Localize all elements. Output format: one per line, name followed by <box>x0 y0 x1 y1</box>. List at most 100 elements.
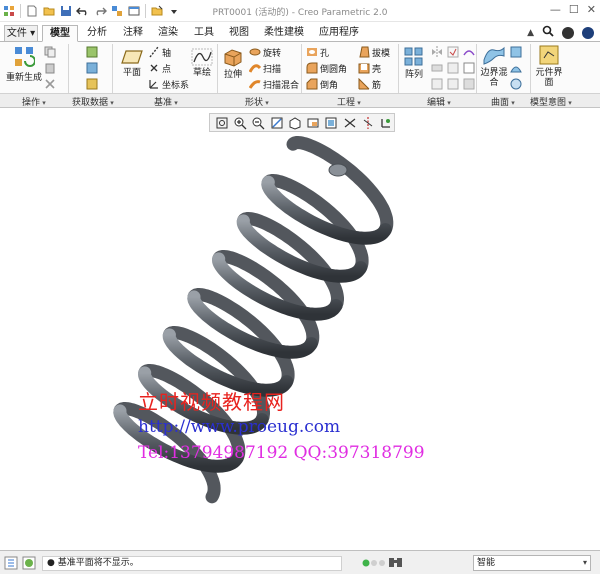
extend-icon[interactable] <box>431 62 443 74</box>
hole-button[interactable]: 孔 <box>306 45 329 59</box>
plane-display-icon[interactable] <box>342 115 357 130</box>
plane-icon <box>121 50 143 64</box>
axis-button[interactable]: 轴 <box>148 45 171 59</box>
csys-display-icon[interactable] <box>379 115 394 130</box>
watermark-contact: Tel:13794987192 QQ:397318799 <box>138 443 425 463</box>
project-icon[interactable] <box>447 46 459 58</box>
axis-icon <box>149 46 159 58</box>
shell-button[interactable]: 壳 <box>358 61 381 75</box>
mirror-icon[interactable] <box>431 46 443 58</box>
shrinkwrap-icon[interactable] <box>86 62 98 74</box>
view-manager-icon[interactable] <box>324 115 339 130</box>
display-style-icon[interactable] <box>287 115 302 130</box>
tab-file[interactable]: 文件 ▾ <box>4 25 38 42</box>
model-tree-toggle-icon[interactable] <box>4 556 18 573</box>
revolve-button[interactable]: 旋转 <box>249 45 281 59</box>
ribbon-panel: 重新生成 平面 轴 点 坐标系 草绘 拉伸 旋转 扫描 扫描混合 孔 倒圆角 倒… <box>0 41 600 93</box>
point-button[interactable]: 点 <box>148 61 171 75</box>
tab-annotate[interactable]: 注释 <box>118 25 148 42</box>
tab-analysis[interactable]: 分析 <box>82 25 112 42</box>
tab-model[interactable]: 模型 <box>42 25 78 42</box>
copy-geometry-icon[interactable] <box>86 46 98 58</box>
round-label: 倒圆角 <box>320 64 348 75</box>
swept-blend-button[interactable]: 扫描混合 <box>249 77 299 91</box>
regenerate-label: 重新生成 <box>6 73 43 83</box>
minimize-ribbon-icon[interactable]: ▲ <box>527 28 534 38</box>
sketch-button[interactable]: 草绘 <box>190 48 214 78</box>
boundary-blend-button[interactable]: 边界混合 <box>479 44 509 88</box>
solidify-icon[interactable] <box>463 78 475 90</box>
draft-button[interactable]: 拔模 <box>358 45 390 59</box>
selection-filter-dropdown[interactable]: 智能 <box>473 555 591 571</box>
status-bar: ● 基准平面将不显示。 智能 <box>0 550 600 574</box>
refit-icon[interactable] <box>214 115 229 130</box>
group-engineering[interactable]: 工程 <box>337 95 361 108</box>
find-icon[interactable] <box>388 556 404 573</box>
spring-model[interactable] <box>0 108 600 550</box>
group-surfaces[interactable]: 曲面 <box>491 95 515 108</box>
tab-tools[interactable]: 工具 <box>189 25 219 42</box>
chamfer-button[interactable]: 倒角 <box>306 77 338 91</box>
community-icon[interactable] <box>562 26 574 39</box>
pattern-label: 阵列 <box>404 70 423 80</box>
axis-display-icon[interactable] <box>360 115 375 130</box>
chamfer-icon <box>306 78 318 90</box>
status-message: ● 基准平面将不显示。 <box>42 556 342 571</box>
help-icon[interactable] <box>582 26 594 39</box>
csys-icon <box>149 80 158 89</box>
group-operations[interactable]: 操作 <box>22 95 46 108</box>
zoom-in-icon[interactable] <box>232 115 247 130</box>
zoom-out-icon[interactable] <box>251 115 266 130</box>
pattern-button[interactable]: 阵列 <box>402 46 426 80</box>
repaint-icon[interactable] <box>269 115 284 130</box>
component-interface-button[interactable]: 元件界面 <box>535 44 563 88</box>
user-defined-feature-icon[interactable] <box>86 78 98 90</box>
style-icon[interactable] <box>510 62 522 74</box>
sweep-icon <box>249 64 261 73</box>
tab-render[interactable]: 渲染 <box>153 25 183 42</box>
revolve-icon <box>249 48 261 56</box>
browser-toggle-icon[interactable] <box>22 556 36 573</box>
merge-icon[interactable] <box>431 78 443 90</box>
plane-button[interactable]: 平面 <box>118 48 146 78</box>
tab-view[interactable]: 视图 <box>224 25 254 42</box>
graphics-toolbar <box>209 113 395 132</box>
trim-icon[interactable] <box>447 62 459 74</box>
title-bar: PRT0001 (活动的) - Creo Parametric 2.0 — ☐ … <box>0 0 600 22</box>
group-get-data[interactable]: 获取数据 <box>72 95 114 108</box>
graphics-window[interactable]: 立时视频教程网 http://www.proeug.com Tel:137949… <box>0 108 600 550</box>
ribbon-group-labels: 操作 获取数据 基准 形状 工程 编辑 曲面 模型意图 <box>0 93 600 108</box>
group-datum[interactable]: 基准 <box>154 95 178 108</box>
copy-icon[interactable] <box>44 46 56 58</box>
group-shapes[interactable]: 形状 <box>245 95 269 108</box>
saved-views-icon[interactable] <box>305 115 320 130</box>
fill-icon[interactable] <box>510 46 522 58</box>
delete-icon[interactable] <box>44 78 56 90</box>
plane-label: 平面 <box>122 68 141 78</box>
extrude-button[interactable]: 拉伸 <box>221 46 245 80</box>
search-icon[interactable] <box>542 25 554 40</box>
freestyle-icon[interactable] <box>510 78 522 90</box>
minimize-icon[interactable]: — <box>550 3 561 17</box>
csys-button[interactable]: 坐标系 <box>148 77 189 91</box>
extrude-icon <box>224 49 242 67</box>
group-editing[interactable]: 编辑 <box>427 95 451 108</box>
thicken-icon[interactable] <box>463 62 475 74</box>
rib-button[interactable]: 筋 <box>358 77 381 91</box>
paste-icon[interactable] <box>44 62 56 74</box>
close-icon[interactable]: ✕ <box>587 3 596 17</box>
group-model-intent[interactable]: 模型意图 <box>530 95 572 108</box>
axis-label: 轴 <box>162 48 172 59</box>
maximize-icon[interactable]: ☐ <box>569 3 579 17</box>
intersect-icon[interactable] <box>447 78 459 90</box>
sketch-label: 草绘 <box>192 68 211 78</box>
ribbon-tabs: 文件 ▾ 模型 分析 注释 渲染 工具 视图 柔性建模 应用程序 ▲ <box>0 22 600 42</box>
draft-label: 拔模 <box>372 48 391 59</box>
offset-icon[interactable] <box>463 46 475 58</box>
sweep-button[interactable]: 扫描 <box>249 61 281 75</box>
swept-blend-icon <box>249 80 261 89</box>
round-button[interactable]: 倒圆角 <box>306 61 347 75</box>
tab-flexible-modeling[interactable]: 柔性建模 <box>259 25 309 42</box>
tab-applications[interactable]: 应用程序 <box>313 25 365 42</box>
regenerate-button[interactable]: 重新生成 <box>6 45 42 83</box>
